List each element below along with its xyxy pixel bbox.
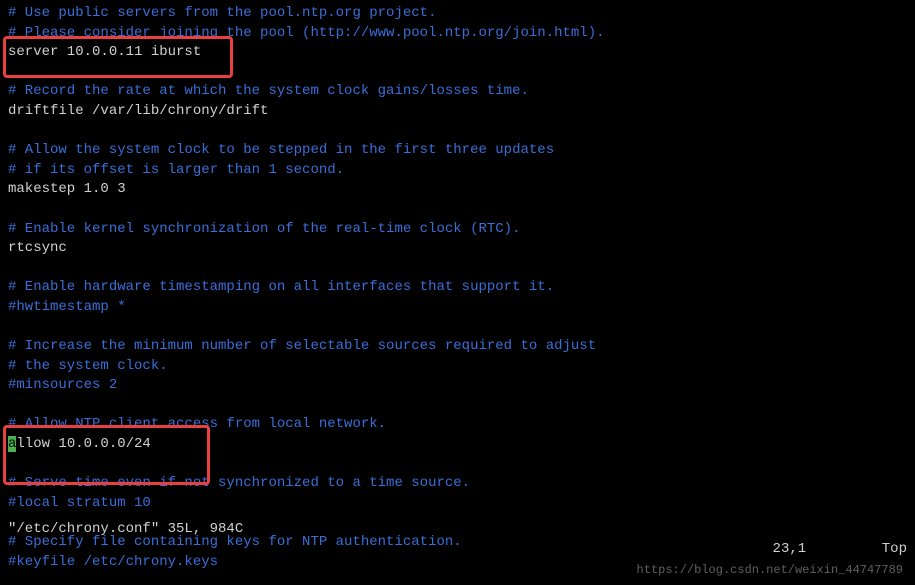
editor-line-5[interactable]: driftfile /var/lib/chrony/drift <box>8 102 907 122</box>
editor-line-2[interactable]: server 10.0.0.11 iburst <box>8 43 907 63</box>
editor-line-1[interactable]: # Please consider joining the pool (http… <box>8 24 907 44</box>
editor-line-10[interactable] <box>8 200 907 220</box>
editor-line-8[interactable]: # if its offset is larger than 1 second. <box>8 161 907 181</box>
editor-line-24[interactable]: # Serve time even if not synchronized to… <box>8 474 907 494</box>
editor-line-9[interactable]: makestep 1.0 3 <box>8 180 907 200</box>
editor-line-20[interactable] <box>8 396 907 416</box>
editor-line-19[interactable]: #minsources 2 <box>8 376 907 396</box>
editor-line-17[interactable]: # Increase the minimum number of selecta… <box>8 337 907 357</box>
editor-line-3[interactable] <box>8 63 907 83</box>
editor-line-6[interactable] <box>8 122 907 142</box>
editor-line-25[interactable]: #local stratum 10 <box>8 494 907 514</box>
editor-line-11[interactable]: # Enable kernel synchronization of the r… <box>8 220 907 240</box>
editor-line-22[interactable]: allow 10.0.0.0/24 <box>8 435 907 455</box>
terminal-editor[interactable]: # Use public servers from the pool.ntp.o… <box>8 4 907 572</box>
editor-line-13[interactable] <box>8 259 907 279</box>
editor-line-23[interactable] <box>8 455 907 475</box>
editor-line-4[interactable]: # Record the rate at which the system cl… <box>8 82 907 102</box>
editor-line-18[interactable]: # the system clock. <box>8 357 907 377</box>
watermark-text: https://blog.csdn.net/weixin_44747789 <box>637 562 903 579</box>
editor-line-21[interactable]: # Allow NTP client access from local net… <box>8 415 907 435</box>
editor-line-16[interactable] <box>8 318 907 338</box>
status-file-info: "/etc/chrony.conf" 35L, 984C <box>8 520 243 579</box>
editor-line-12[interactable]: rtcsync <box>8 239 907 259</box>
editor-line-7[interactable]: # Allow the system clock to be stepped i… <box>8 141 907 161</box>
editor-line-15[interactable]: #hwtimestamp * <box>8 298 907 318</box>
editor-line-14[interactable]: # Enable hardware timestamping on all in… <box>8 278 907 298</box>
editor-line-0[interactable]: # Use public servers from the pool.ntp.o… <box>8 4 907 24</box>
